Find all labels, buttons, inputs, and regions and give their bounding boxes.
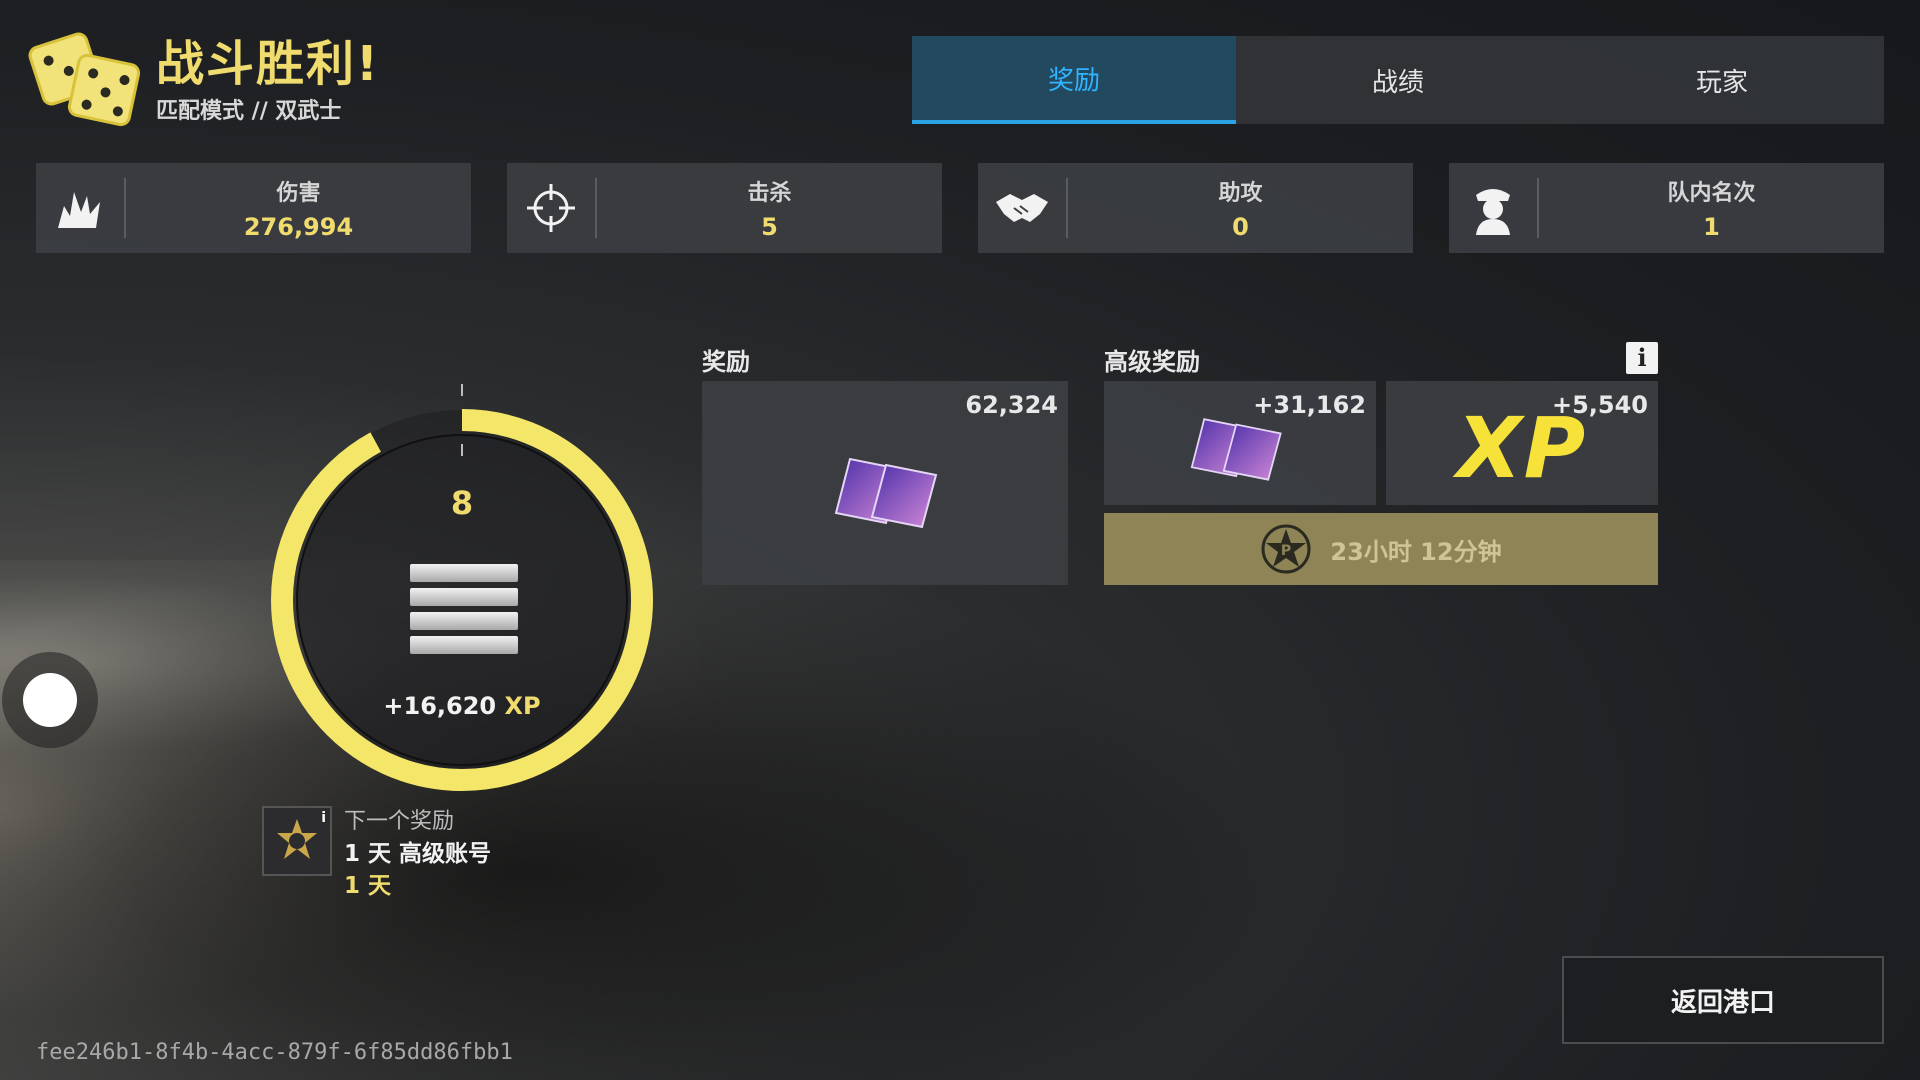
stat-team-rank: 队内名次 1 (1449, 163, 1884, 253)
next-reward-name: 1 天 高级账号 (344, 841, 492, 867)
battle-mode-subtitle: 匹配模式 // 双武士 (156, 99, 342, 124)
premium-star-icon: P (1261, 524, 1311, 574)
stat-damage-label: 伤害 (276, 181, 321, 206)
earned-xp: +16,620 XP (262, 692, 662, 720)
session-id: fee246b1-8f4b-4acc-879f-6f85dd86fbb1 (36, 1040, 513, 1065)
premium-badge-icon: i (262, 806, 332, 876)
level-number: 8 (450, 484, 474, 522)
premium-timer[interactable]: P 23小时 12分钟 (1104, 513, 1658, 585)
tab-players[interactable]: 玩家 (1560, 36, 1884, 124)
credits-reward-card: 62,324 (702, 381, 1068, 585)
premium-credits-cards-icon (1190, 418, 1282, 481)
tab-performance[interactable]: 战绩 (1236, 36, 1560, 124)
rank-stripes-icon (410, 564, 518, 660)
credits-reward-amount: 62,324 (965, 391, 1058, 419)
premium-info-icon[interactable]: i (1626, 342, 1658, 374)
next-reward-label: 下一个奖励 (344, 809, 455, 834)
tab-rewards[interactable]: 奖励 (912, 36, 1236, 124)
earned-xp-amount: +16,620 (383, 692, 497, 720)
battle-result-title: 战斗胜利! (156, 36, 380, 92)
premium-rewards-section-label: 高级奖励 (1104, 348, 1200, 376)
floating-menu-button[interactable] (2, 652, 98, 748)
level-progress-ring: 8 +16,620 XP (262, 380, 662, 800)
next-reward-duration: 1 天 (344, 873, 392, 899)
stat-damage: 伤害 276,994 (36, 163, 471, 253)
return-to-port-button[interactable]: 返回港口 (1562, 956, 1884, 1044)
battle-result-header: 战斗胜利! 匹配模式 // 双武士 (25, 29, 380, 130)
premium-credits-card: +31,162 (1104, 381, 1376, 505)
next-reward[interactable]: i 下一个奖励 1 天 高级账号 1 天 (262, 806, 491, 902)
xp-icon: XP (1456, 399, 1588, 497)
result-tabs: 奖励 战绩 玩家 (912, 36, 1884, 124)
stat-kills-label: 击杀 (747, 181, 792, 206)
stat-kills-value: 5 (761, 213, 778, 241)
svg-text:P: P (1281, 543, 1291, 559)
rewards-section-label: 奖励 (702, 348, 750, 376)
credits-cards-icon (834, 457, 938, 529)
stat-assists-value: 0 (1232, 213, 1249, 241)
stat-team-rank-value: 1 (1703, 213, 1720, 241)
captain-icon (1449, 178, 1539, 238)
stat-team-rank-label: 队内名次 (1667, 181, 1756, 206)
stats-bar: 伤害 276,994 击杀 5 助攻 0 队内名次 1 (36, 163, 1884, 253)
explosion-icon (36, 178, 126, 238)
stat-damage-value: 276,994 (243, 213, 354, 241)
handshake-icon (978, 178, 1068, 238)
stat-kills: 击杀 5 (507, 163, 942, 253)
premium-timer-text: 23小时 12分钟 (1330, 537, 1502, 566)
next-reward-info-icon[interactable]: i (321, 810, 326, 826)
dice-icon (25, 29, 142, 130)
premium-xp-card: +5,540 XP (1386, 381, 1658, 505)
stat-assists: 助攻 0 (978, 163, 1413, 253)
earned-xp-unit: XP (504, 692, 541, 720)
crosshair-icon (507, 178, 597, 238)
stat-assists-label: 助攻 (1218, 181, 1263, 206)
